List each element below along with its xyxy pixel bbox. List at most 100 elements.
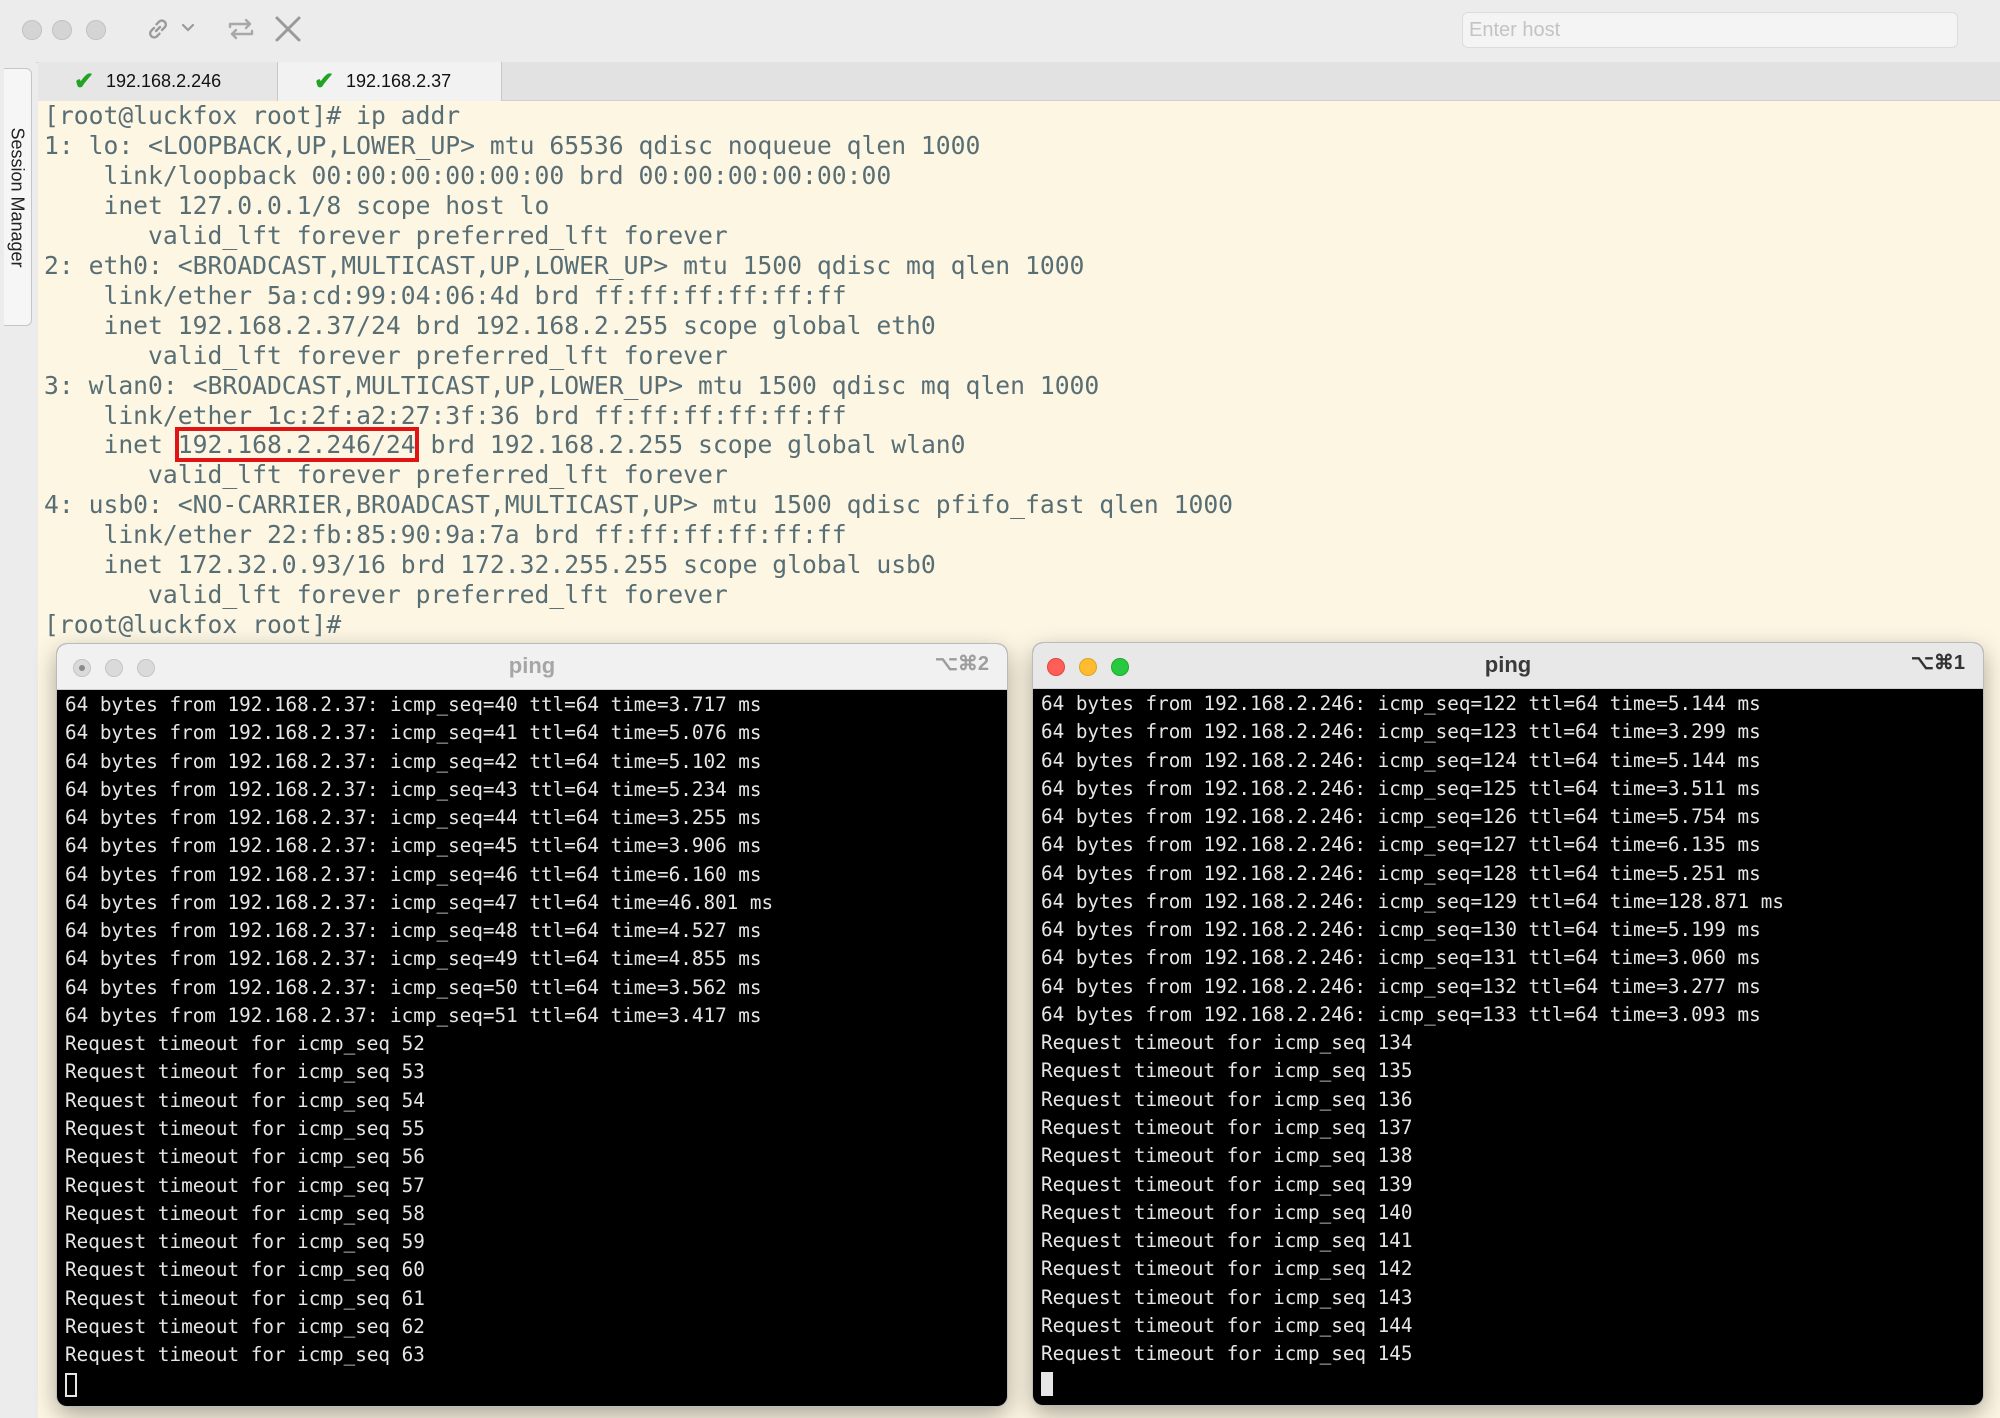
- window-minimize-button[interactable]: [105, 659, 123, 677]
- ping-line: 64 bytes from 192.168.2.246: icmp_seq=13…: [1041, 1002, 1761, 1026]
- ping-line: Request timeout for icmp_seq 136: [1041, 1087, 1413, 1111]
- host-input[interactable]: [1462, 12, 1958, 48]
- ping-line: 64 bytes from 192.168.2.246: icmp_seq=13…: [1041, 974, 1761, 998]
- terminal-line: link/ether 5a:cd:99:04:06:4d brd ff:ff:f…: [44, 280, 847, 310]
- window-close-button[interactable]: [22, 20, 42, 40]
- terminal-prompt: [root@luckfox root]#: [44, 610, 342, 640]
- ping-line: 64 bytes from 192.168.2.37: icmp_seq=49 …: [65, 947, 762, 971]
- ping-lines: 64 bytes from 192.168.2.37: icmp_seq=40 …: [65, 690, 999, 1369]
- ping-line: 64 bytes from 192.168.2.37: icmp_seq=48 …: [65, 919, 762, 943]
- ping-line: 64 bytes from 192.168.2.37: icmp_seq=43 …: [65, 777, 762, 801]
- chevron-down-icon[interactable]: [180, 20, 196, 41]
- terminal-line: valid_lft forever preferred_lft forever: [44, 220, 728, 250]
- terminal-line: inet 192.168.2.37/24 brd 192.168.2.255 s…: [44, 310, 936, 340]
- window-close-button[interactable]: [1047, 658, 1065, 676]
- window-zoom-button[interactable]: [137, 659, 155, 677]
- ping-line: Request timeout for icmp_seq 134: [1041, 1031, 1413, 1055]
- ping-line: 64 bytes from 192.168.2.246: icmp_seq=12…: [1041, 805, 1761, 829]
- ping-line: Request timeout for icmp_seq 55: [65, 1116, 425, 1140]
- ping-line: 64 bytes from 192.168.2.37: icmp_seq=50 …: [65, 975, 762, 999]
- ping-line: Request timeout for icmp_seq 139: [1041, 1172, 1413, 1196]
- ping-line: Request timeout for icmp_seq 143: [1041, 1285, 1413, 1309]
- check-icon: ✔: [74, 68, 95, 95]
- window-titlebar[interactable]: ping ⌥⌘1: [1033, 643, 1983, 689]
- terminal-line: 4: usb0: <NO-CARRIER,BROADCAST,MULTICAST…: [44, 490, 1234, 520]
- ping-line: Request timeout for icmp_seq 60: [65, 1258, 425, 1282]
- window-shortcut: ⌥⌘1: [1910, 652, 1965, 674]
- ping-line: 64 bytes from 192.168.2.246: icmp_seq=13…: [1041, 918, 1761, 942]
- ping-line: 64 bytes from 192.168.2.246: icmp_seq=12…: [1041, 889, 1784, 913]
- ping-line: Request timeout for icmp_seq 59: [65, 1230, 425, 1254]
- ping-line: Request timeout for icmp_seq 145: [1041, 1342, 1413, 1366]
- window-minimize-button[interactable]: [52, 20, 72, 40]
- session-manager-tab[interactable]: Session Manager: [4, 68, 32, 326]
- terminal-line: valid_lft forever preferred_lft forever: [44, 340, 728, 370]
- window-minimize-button[interactable]: [1079, 658, 1097, 676]
- ping-lines: 64 bytes from 192.168.2.246: icmp_seq=12…: [1041, 689, 1975, 1368]
- ping-line: Request timeout for icmp_seq 138: [1041, 1144, 1413, 1168]
- ping-line: Request timeout for icmp_seq 57: [65, 1173, 425, 1197]
- terminal-line: [root@luckfox root]# ip addr: [44, 101, 461, 130]
- check-icon: ✔: [314, 68, 335, 95]
- session-manager-label: Session Manager: [8, 126, 28, 268]
- terminal-line: valid_lft forever preferred_lft forever: [44, 460, 728, 490]
- ping-output: 64 bytes from 192.168.2.246: icmp_seq=12…: [1041, 689, 1975, 1405]
- ping-window-left[interactable]: ping ⌥⌘2 64 bytes from 192.168.2.37: icm…: [57, 644, 1007, 1406]
- terminal-line: 2: eth0: <BROADCAST,MULTICAST,UP,LOWER_U…: [44, 250, 1085, 280]
- ping-line: 64 bytes from 192.168.2.246: icmp_seq=12…: [1041, 720, 1761, 744]
- tab-label: 192.168.2.246: [106, 71, 222, 91]
- ping-line: Request timeout for icmp_seq 140: [1041, 1200, 1413, 1224]
- ping-line: 64 bytes from 192.168.2.37: icmp_seq=46 …: [65, 862, 762, 886]
- link-icon[interactable]: [143, 14, 173, 49]
- ping-line: Request timeout for icmp_seq 63: [65, 1343, 425, 1367]
- terminal-line: 1: lo: <LOOPBACK,UP,LOWER_UP> mtu 65536 …: [44, 130, 981, 160]
- ping-line: Request timeout for icmp_seq 135: [1041, 1059, 1413, 1083]
- ping-line: 64 bytes from 192.168.2.37: icmp_seq=47 …: [65, 890, 774, 914]
- tab-session-2[interactable]: ✔ 192.168.2.37: [278, 62, 502, 101]
- highlighted-ip-address: 192.168.2.246/24: [174, 427, 419, 463]
- ping-output: 64 bytes from 192.168.2.37: icmp_seq=40 …: [65, 690, 999, 1406]
- toolbar: [0, 0, 2000, 63]
- window-titlebar[interactable]: ping ⌥⌘2: [57, 644, 1007, 690]
- ping-line: Request timeout for icmp_seq 58: [65, 1201, 425, 1225]
- ping-line: 64 bytes from 192.168.2.37: icmp_seq=45 …: [65, 834, 762, 858]
- terminal-line: link/ether 1c:2f:a2:27:3f:36 brd ff:ff:f…: [44, 400, 847, 430]
- terminal-cursor: [1041, 1372, 1053, 1397]
- terminal-line: link/ether 22:fb:85:90:9a:7a brd ff:ff:f…: [44, 520, 847, 550]
- ping-line: Request timeout for icmp_seq 56: [65, 1145, 425, 1169]
- ping-line: Request timeout for icmp_seq 137: [1041, 1115, 1413, 1139]
- ping-line: Request timeout for icmp_seq 54: [65, 1088, 425, 1112]
- ping-line: 64 bytes from 192.168.2.246: icmp_seq=12…: [1041, 861, 1761, 885]
- window-zoom-button[interactable]: [1111, 658, 1129, 676]
- terminal-line-prefix: inet: [44, 430, 178, 460]
- terminal-line: valid_lft forever preferred_lft forever: [44, 580, 728, 610]
- terminal-line-suffix: brd 192.168.2.255 scope global wlan0: [415, 430, 966, 460]
- ping-line: 64 bytes from 192.168.2.246: icmp_seq=12…: [1041, 748, 1761, 772]
- terminal-cursor: [65, 1373, 77, 1398]
- ping-line: Request timeout for icmp_seq 53: [65, 1060, 425, 1084]
- ping-line: Request timeout for icmp_seq 61: [65, 1286, 425, 1310]
- window-title: ping: [508, 653, 556, 678]
- ping-line: Request timeout for icmp_seq 62: [65, 1314, 425, 1338]
- ping-line: 64 bytes from 192.168.2.37: icmp_seq=51 …: [65, 1003, 762, 1027]
- ping-line: Request timeout for icmp_seq 141: [1041, 1229, 1413, 1253]
- ping-line: Request timeout for icmp_seq 52: [65, 1032, 425, 1056]
- terminal-line: 3: wlan0: <BROADCAST,MULTICAST,UP,LOWER_…: [44, 370, 1100, 400]
- window-close-button[interactable]: [73, 659, 91, 677]
- window-shortcut: ⌥⌘2: [934, 653, 989, 675]
- ping-line: 64 bytes from 192.168.2.246: icmp_seq=12…: [1041, 692, 1761, 715]
- terminal-line: inet 172.32.0.93/16 brd 172.32.255.255 s…: [44, 550, 936, 580]
- ping-line: 64 bytes from 192.168.2.37: icmp_seq=41 …: [65, 721, 762, 745]
- sidebar: Session Manager: [0, 62, 36, 1418]
- ping-line: 64 bytes from 192.168.2.246: icmp_seq=12…: [1041, 776, 1761, 800]
- ping-line: 64 bytes from 192.168.2.37: icmp_seq=42 …: [65, 749, 762, 773]
- tab-bar: ✔ 192.168.2.246 ✔ 192.168.2.37: [38, 62, 2000, 101]
- ping-line: Request timeout for icmp_seq 142: [1041, 1257, 1413, 1281]
- reconnect-icon[interactable]: [226, 14, 256, 49]
- tab-session-1[interactable]: ✔ 192.168.2.246: [38, 62, 278, 101]
- window-zoom-button[interactable]: [86, 20, 106, 40]
- window-title: ping: [1484, 652, 1532, 677]
- ping-window-right[interactable]: ping ⌥⌘1 64 bytes from 192.168.2.246: ic…: [1033, 643, 1983, 1405]
- close-icon[interactable]: [273, 14, 303, 49]
- ping-line: 64 bytes from 192.168.2.37: icmp_seq=44 …: [65, 806, 762, 830]
